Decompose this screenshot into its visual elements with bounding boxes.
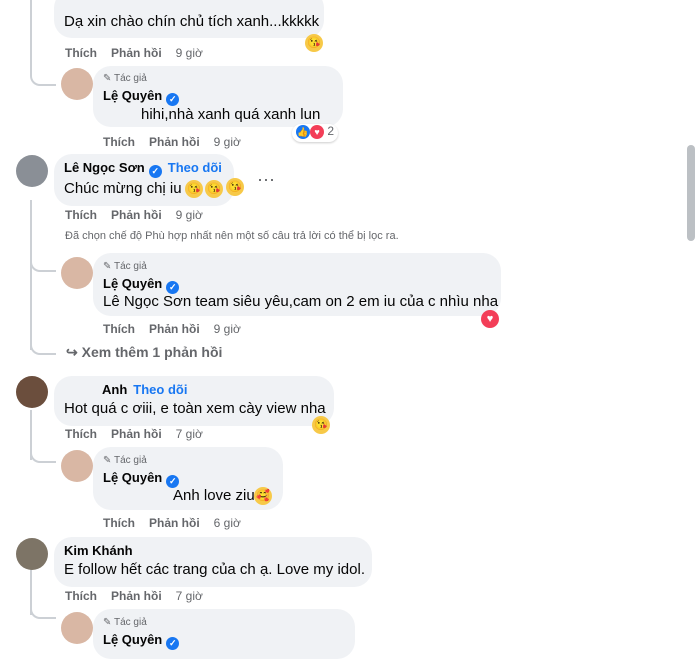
comment-bubble: ✎ Tác giả Lệ Quyên ✓ bbox=[93, 609, 355, 659]
timestamp: 7 giờ bbox=[175, 427, 203, 441]
commenter-name[interactable]: Lệ Quyên ✓ bbox=[103, 88, 180, 106]
like-button[interactable]: Thích bbox=[103, 516, 135, 530]
commenter-name[interactable]: Lệ Quyên ✓ bbox=[103, 470, 180, 488]
commenter-name[interactable]: Kim Khánh bbox=[64, 543, 133, 558]
comment-text: hihi,nhà xanh quá xanh lun bbox=[141, 106, 321, 123]
reaction-count: 2 bbox=[327, 124, 335, 138]
comment-text: Lê Ngọc Sơn team siêu yêu,cam on 2 em iu… bbox=[103, 293, 499, 310]
pencil-icon: ✎ bbox=[103, 455, 114, 466]
comment-bubble: ✎ Tác giả Lệ Quyên ✓ Lê Ngọc Sơn team siê… bbox=[93, 253, 501, 316]
reply-button[interactable]: Phản hồi bbox=[111, 589, 162, 603]
heart-reaction-icon: ♥ bbox=[310, 125, 324, 139]
thread-elbow bbox=[30, 449, 56, 463]
reply-button[interactable]: Phản hồi bbox=[111, 208, 162, 222]
scrollbar[interactable] bbox=[687, 145, 695, 241]
commenter-name[interactable]: Lệ Quyên ✓ bbox=[103, 632, 180, 650]
avatar bbox=[16, 155, 48, 187]
avatar bbox=[61, 68, 93, 100]
thread-elbow bbox=[30, 341, 56, 355]
emoji-reaction-icon: 😘 bbox=[226, 178, 244, 196]
comment-actions: Thích Phản hồi 9 giờ bbox=[65, 46, 217, 60]
comment-bubble: Lê Ngọc Sơn ✓ Theo dõi Chúc mừng chị iu bbox=[54, 154, 234, 206]
see-more-replies[interactable]: ↪ Xem thêm 1 phản hồi bbox=[66, 344, 222, 361]
reply-button[interactable]: Phản hồi bbox=[111, 427, 162, 441]
follow-button[interactable]: Theo dõi bbox=[168, 160, 222, 175]
verified-badge-icon: ✓ bbox=[166, 93, 180, 106]
like-button[interactable]: Thích bbox=[65, 589, 97, 603]
emoji-reaction-icon: 😘 bbox=[312, 416, 330, 434]
timestamp: 9 giờ bbox=[213, 135, 241, 149]
timestamp: 9 giờ bbox=[213, 322, 241, 336]
emoji-reaction-icon: 😘 bbox=[205, 180, 223, 198]
thread-elbow bbox=[30, 72, 56, 86]
comment-text: E follow hết các trang của ch ạ. Love my… bbox=[64, 561, 365, 578]
comment-bubble: ✎ Tác giả Lệ Quyên ✓ hihi,nhà xanh quá xa… bbox=[93, 66, 343, 127]
timestamp: 9 giờ bbox=[175, 208, 203, 222]
comment-actions: Thích Phản hồi 6 giờ bbox=[103, 516, 255, 530]
comment-text: Anh love ziu bbox=[173, 487, 255, 504]
more-options-button[interactable]: ⋯ bbox=[257, 170, 275, 191]
comment-actions: Thích Phản hồi 7 giờ bbox=[65, 589, 217, 603]
thread-line bbox=[30, 0, 32, 72]
commenter-name[interactable]: Lệ Quyên ✓ bbox=[103, 276, 180, 294]
follow-button[interactable]: Theo dõi bbox=[133, 382, 187, 397]
reply-button[interactable]: Phản hồi bbox=[149, 516, 200, 530]
timestamp: 7 giờ bbox=[175, 589, 203, 603]
reply-arrow-icon: ↪ bbox=[66, 344, 82, 360]
comment-actions: Thích Phản hồi 9 giờ bbox=[103, 322, 255, 336]
commenter-name[interactable]: Lê Ngọc Sơn ✓ Theo dõi bbox=[64, 160, 222, 178]
thread-elbow bbox=[30, 258, 56, 272]
like-reaction-icon: 👍 bbox=[296, 125, 310, 139]
emoji-reaction-icon: 😘 bbox=[185, 180, 203, 198]
author-tag: ✎ Tác giả bbox=[103, 455, 147, 466]
thread-elbow bbox=[30, 605, 56, 619]
comment-text: Hot quá c ơiii, e toàn xem cày view nha bbox=[64, 400, 326, 417]
verified-badge-icon: ✓ bbox=[166, 637, 180, 650]
comment-actions: Thích Phản hồi 9 giờ bbox=[65, 208, 217, 222]
timestamp: 6 giờ bbox=[213, 516, 241, 530]
pencil-icon: ✎ bbox=[103, 261, 114, 272]
like-button[interactable]: Thích bbox=[65, 427, 97, 441]
avatar bbox=[61, 257, 93, 289]
reply-button[interactable]: Phản hồi bbox=[149, 322, 200, 336]
like-button[interactable]: Thích bbox=[103, 322, 135, 336]
comment-bubble: Anh Theo dõi Hot quá c ơiii, e toàn xem c… bbox=[54, 376, 334, 426]
verified-badge-icon: ✓ bbox=[148, 165, 162, 178]
avatar bbox=[16, 376, 48, 408]
reply-button[interactable]: Phản hồi bbox=[111, 46, 162, 60]
reply-button[interactable]: Phản hồi bbox=[149, 135, 200, 149]
author-tag: ✎ Tác giả bbox=[103, 617, 147, 628]
comment-text: Dạ xin chào chín chủ tích xanh...kkkkk bbox=[64, 13, 320, 30]
author-tag: ✎ Tác giả bbox=[103, 261, 147, 272]
comment-actions: Thích Phản hồi 9 giờ bbox=[103, 135, 255, 149]
emoji-reaction-icon: 🥰 bbox=[254, 487, 272, 505]
comment-bubble: Kim Khánh E follow hết các trang của ch … bbox=[54, 537, 372, 587]
reaction-summary[interactable]: 👍 ♥ 2 bbox=[292, 124, 339, 142]
pencil-icon: ✎ bbox=[103, 73, 114, 84]
emoji-reaction-icon: 😘 bbox=[305, 34, 323, 52]
comment-bubble: Dạ xin chào chín chủ tích xanh...kkkkk bbox=[54, 0, 324, 38]
timestamp: 9 giờ bbox=[175, 46, 203, 60]
filter-note: Đã chọn chế độ Phù hợp nhất nên một số c… bbox=[65, 230, 399, 242]
like-button[interactable]: Thích bbox=[65, 46, 97, 60]
avatar bbox=[16, 538, 48, 570]
author-tag: ✎ Tác giả bbox=[103, 73, 147, 84]
commenter-name[interactable]: Anh Theo dõi bbox=[102, 382, 187, 397]
heart-reaction-icon[interactable]: ♥ bbox=[481, 310, 499, 328]
comment-text: Chúc mừng chị iu bbox=[64, 180, 182, 197]
pencil-icon: ✎ bbox=[103, 617, 114, 628]
comment-actions: Thích Phản hồi 7 giờ bbox=[65, 427, 217, 441]
like-button[interactable]: Thích bbox=[65, 208, 97, 222]
like-button[interactable]: Thích bbox=[103, 135, 135, 149]
avatar bbox=[61, 450, 93, 482]
thread-line bbox=[30, 200, 32, 350]
avatar bbox=[61, 612, 93, 644]
